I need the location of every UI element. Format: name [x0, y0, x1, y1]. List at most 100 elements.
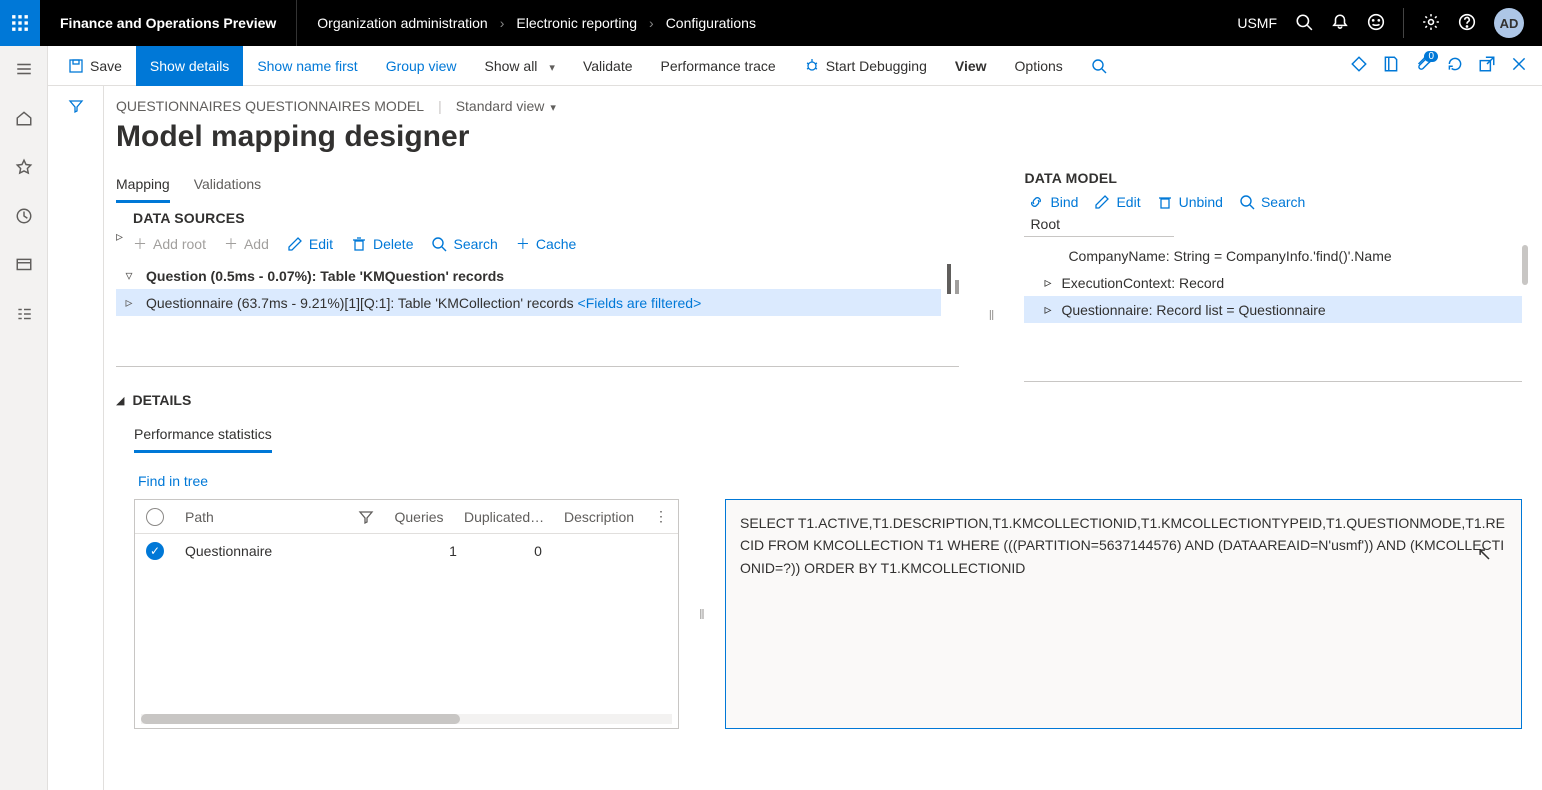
- left-rail: [0, 46, 48, 790]
- find-in-tree-link[interactable]: Find in tree: [138, 473, 208, 489]
- popout-icon[interactable]: [1478, 55, 1496, 76]
- app-title: Finance and Operations Preview: [50, 0, 297, 46]
- splitter-handle[interactable]: ‖: [699, 499, 705, 729]
- data-sources-heading: DATA SOURCES: [133, 210, 959, 226]
- dm-row-executioncontext[interactable]: ▹ ExecutionContext: Record: [1024, 269, 1522, 296]
- scrollbar[interactable]: [1522, 245, 1528, 285]
- recent-icon[interactable]: [15, 207, 33, 228]
- splitter-handle[interactable]: ‖: [989, 307, 995, 323]
- model-name-label: QUESTIONNAIRES QUESTIONNAIRES MODEL: [116, 98, 424, 114]
- breadcrumb-configurations[interactable]: Configurations: [666, 15, 756, 31]
- data-model-tree: CompanyName: String = CompanyInfo.'find(…: [1024, 243, 1522, 323]
- main-area: QUESTIONNAIRES QUESTIONNAIRES MODEL | St…: [104, 86, 1542, 790]
- col-duplicated[interactable]: Duplicated…: [454, 509, 554, 525]
- search-dm-button[interactable]: Search: [1239, 194, 1305, 210]
- collapse-icon: ◢: [116, 394, 124, 407]
- actionbar-search-button[interactable]: [1077, 46, 1121, 86]
- data-model-heading: DATA MODEL: [1024, 170, 1522, 186]
- tab-validations[interactable]: Validations: [194, 168, 261, 203]
- col-queries[interactable]: Queries: [384, 509, 454, 525]
- bind-button[interactable]: Bind: [1028, 194, 1078, 210]
- avatar[interactable]: AD: [1494, 8, 1524, 38]
- tree-row-questionnaire[interactable]: ▹ Questionnaire (63.7ms - 9.21%)[1][Q:1]…: [116, 289, 941, 316]
- star-icon[interactable]: [15, 158, 33, 179]
- mapping-tabs: Mapping Validations: [116, 168, 959, 204]
- edit-dm-button[interactable]: Edit: [1094, 194, 1140, 210]
- group-view-button[interactable]: Group view: [372, 46, 471, 86]
- modules-icon[interactable]: [15, 305, 33, 326]
- histogram-icon: [947, 262, 959, 294]
- col-path[interactable]: Path: [175, 509, 384, 525]
- expander-icon[interactable]: ▹: [1044, 274, 1051, 291]
- tree-row-question[interactable]: ▿ Question (0.5ms - 0.07%): Table 'KMQue…: [116, 262, 941, 289]
- page-title: Model mapping designer: [116, 120, 1522, 154]
- expander-icon[interactable]: ▿: [122, 267, 136, 284]
- titlebar: Finance and Operations Preview Organizat…: [0, 0, 1542, 46]
- grid-menu-icon[interactable]: ⋮: [644, 508, 678, 525]
- add-button[interactable]: ＋Add: [224, 234, 269, 254]
- root-label[interactable]: Root: [1024, 212, 1174, 237]
- filter-pane-collapsed[interactable]: [48, 86, 104, 790]
- sql-textbox[interactable]: SELECT T1.ACTIVE,T1.DESCRIPTION,T1.KMCOL…: [725, 499, 1522, 729]
- grid-header: Path Queries Duplicated… Description ⋮: [135, 500, 678, 534]
- attachments-button[interactable]: 0: [1414, 55, 1432, 76]
- dm-row-questionnaire[interactable]: ▹ Questionnaire: Record list = Questionn…: [1024, 296, 1522, 323]
- show-name-first-button[interactable]: Show name first: [243, 46, 371, 86]
- select-all-checkbox[interactable]: [135, 508, 175, 526]
- workspace-icon[interactable]: [15, 256, 33, 277]
- cache-button[interactable]: ＋Cache: [516, 234, 576, 254]
- cursor-icon: ↖: [1477, 544, 1492, 565]
- show-all-dropdown[interactable]: Show all: [471, 46, 569, 86]
- chevron-down-icon: [543, 58, 555, 74]
- breadcrumb: Organization administration › Electronic…: [297, 15, 1237, 31]
- hamburger-icon[interactable]: [15, 60, 33, 81]
- delete-button[interactable]: Delete: [351, 236, 413, 252]
- tab-performance-statistics[interactable]: Performance statistics: [134, 418, 272, 453]
- save-button[interactable]: Save: [54, 46, 136, 86]
- perf-grid: Path Queries Duplicated… Description ⋮ ✓…: [134, 499, 679, 729]
- filter-icon[interactable]: [358, 509, 374, 525]
- breadcrumb-er[interactable]: Electronic reporting: [516, 15, 637, 31]
- view-picker[interactable]: Standard view: [456, 98, 556, 114]
- close-icon[interactable]: [1510, 55, 1528, 76]
- grid-row[interactable]: ✓ Questionnaire 1 0: [135, 534, 678, 568]
- context-row: QUESTIONNAIRES QUESTIONNAIRES MODEL | St…: [116, 98, 1522, 114]
- book-icon[interactable]: [1382, 55, 1400, 76]
- start-debugging-button[interactable]: Start Debugging: [790, 46, 941, 86]
- edit-button[interactable]: Edit: [287, 236, 333, 252]
- details-header[interactable]: ◢ DETAILS: [116, 392, 1522, 408]
- add-root-button[interactable]: ＋Add root: [133, 234, 206, 254]
- row-selected-icon[interactable]: ✓: [146, 542, 164, 560]
- horizontal-scrollbar[interactable]: [141, 714, 672, 724]
- diamond-icon[interactable]: [1350, 55, 1368, 76]
- gear-icon[interactable]: [1422, 13, 1440, 34]
- waffle-menu-button[interactable]: [0, 0, 40, 46]
- home-icon[interactable]: [15, 109, 33, 130]
- search-icon[interactable]: [1295, 13, 1313, 34]
- data-source-types-expander[interactable]: ▹: [116, 228, 123, 245]
- validate-button[interactable]: Validate: [569, 46, 647, 86]
- unbind-button[interactable]: Unbind: [1157, 194, 1223, 210]
- view-menu[interactable]: View: [941, 46, 1001, 86]
- col-description[interactable]: Description: [554, 509, 644, 525]
- data-sources-tree: ▿ Question (0.5ms - 0.07%): Table 'KMQue…: [116, 262, 959, 316]
- action-bar: Save Show details Show name first Group …: [48, 46, 1542, 86]
- refresh-icon[interactable]: [1446, 55, 1464, 76]
- chevron-down-icon: [544, 98, 556, 114]
- performance-trace-button[interactable]: Performance trace: [647, 46, 790, 86]
- smiley-icon[interactable]: [1367, 13, 1385, 34]
- expander-icon[interactable]: ▹: [1044, 301, 1051, 318]
- chevron-right-icon: ›: [500, 15, 505, 31]
- actionbar-tail: 0: [1350, 55, 1542, 76]
- help-icon[interactable]: [1458, 13, 1476, 34]
- expander-icon[interactable]: ▹: [122, 294, 136, 311]
- show-details-button[interactable]: Show details: [136, 46, 243, 86]
- breadcrumb-org-admin[interactable]: Organization administration: [317, 15, 487, 31]
- options-menu[interactable]: Options: [1001, 46, 1077, 86]
- dm-row-companyname[interactable]: CompanyName: String = CompanyInfo.'find(…: [1024, 243, 1522, 269]
- search-ds-button[interactable]: Search: [431, 236, 497, 252]
- tab-mapping[interactable]: Mapping: [116, 168, 170, 203]
- chevron-right-icon: ›: [649, 15, 654, 31]
- notifications-icon[interactable]: [1331, 13, 1349, 34]
- company-picker[interactable]: USMF: [1237, 15, 1277, 31]
